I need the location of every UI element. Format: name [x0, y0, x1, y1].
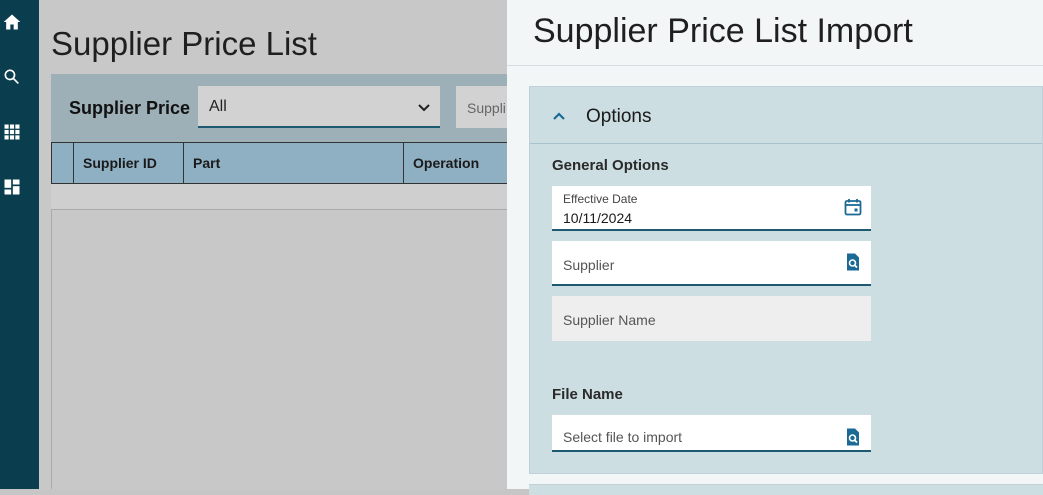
column-label: Supplier ID [83, 155, 157, 171]
left-nav [0, 0, 39, 489]
filter-bar: Supplier Price All Suppli [51, 74, 516, 142]
supplier-filter-placeholder: Suppli [467, 100, 506, 116]
options-section: Options General Options Effective Date 1… [529, 86, 1043, 474]
effective-date-label: Effective Date [563, 192, 638, 206]
supplier-name-field: Supplier Name [552, 296, 871, 341]
search-document-icon[interactable] [843, 427, 863, 447]
chevron-up-icon[interactable] [550, 107, 568, 125]
column-label: Part [193, 155, 221, 171]
select-value: All [209, 98, 227, 115]
apps-grid-icon[interactable] [0, 120, 24, 144]
supplier-field[interactable]: Supplier [552, 241, 871, 286]
supplier-price-select[interactable]: All [198, 86, 440, 128]
column-label: Operation [413, 155, 480, 171]
search-icon[interactable] [0, 65, 24, 89]
general-options-label: General Options [552, 157, 669, 174]
chevron-down-icon [418, 104, 430, 112]
panel-title: Supplier Price List Import [533, 12, 913, 50]
effective-date-field[interactable]: Effective Date 10/11/2024 [552, 186, 871, 231]
grid-header: Supplier ID Part Operation [51, 142, 511, 184]
section-title: Options [586, 106, 652, 127]
dashboard-icon[interactable] [0, 175, 24, 199]
column-header-supplier-id[interactable]: Supplier ID [73, 143, 183, 183]
options-section-header[interactable]: Options [530, 87, 1042, 144]
background-page: Supplier Price List Supplier Price All S… [39, 0, 516, 489]
file-name-label: File Name [552, 386, 623, 403]
home-icon[interactable] [0, 10, 24, 34]
grid-select-column[interactable] [51, 143, 73, 183]
file-import-placeholder: Select file to import [563, 429, 683, 445]
divider [507, 65, 1043, 66]
import-panel: Supplier Price List Import Options Gener… [507, 0, 1043, 495]
filter-label: Supplier Price [69, 98, 191, 118]
next-section [529, 484, 1043, 495]
calendar-icon[interactable] [843, 197, 863, 217]
file-import-field[interactable]: Select file to import [552, 415, 871, 452]
grid-body [51, 184, 511, 489]
supplier-placeholder: Supplier [563, 257, 615, 273]
effective-date-value: 10/11/2024 [563, 210, 633, 226]
search-document-icon[interactable] [843, 252, 863, 272]
column-header-part[interactable]: Part [183, 143, 403, 183]
supplier-name-placeholder: Supplier Name [563, 312, 656, 328]
table-row[interactable] [51, 184, 511, 210]
page-title: Supplier Price List [51, 25, 317, 62]
column-header-operation[interactable]: Operation [403, 143, 511, 183]
